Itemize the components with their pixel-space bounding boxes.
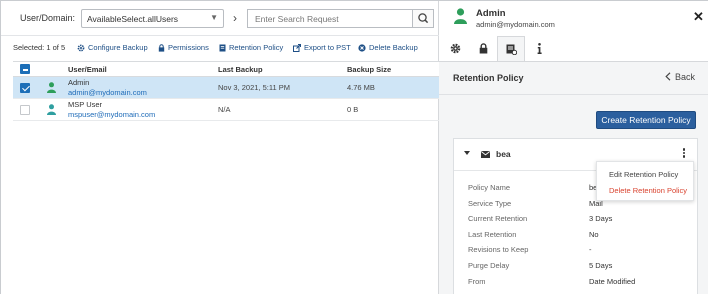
row-icon-cell: [37, 77, 68, 99]
table-row[interactable]: MSP User mspuser@mydomain.com N/A 0 B: [13, 99, 439, 121]
chevron-left-icon: [665, 72, 671, 81]
caret-down-icon: ▼: [210, 13, 218, 22]
row-checkbox[interactable]: [20, 104, 30, 115]
table-row[interactable]: Admin admin@mydomain.com Nov 3, 2021, 5:…: [13, 76, 439, 99]
panel-title: Retention Policy: [453, 73, 524, 83]
row-icon-cell: [37, 99, 68, 121]
last-backup-cell: N/A: [218, 105, 231, 114]
gear-icon: [77, 44, 85, 51]
row-checkbox-cell[interactable]: [13, 77, 37, 99]
panel-user-email: admin@mydomain.com: [476, 20, 555, 29]
export-to-pst-label: Export to PST: [304, 43, 351, 52]
property-key: Service Type: [468, 198, 512, 208]
action-toolbar: Selected: 1 of 5 Configure Backup Permis…: [1, 37, 439, 57]
search-input[interactable]: [247, 9, 412, 28]
envelope-icon: [481, 151, 490, 158]
user-icon: [47, 82, 56, 93]
user-domain-select[interactable]: AvailableSelect.allUsers ▼: [81, 9, 224, 28]
column-header-user-email[interactable]: User/Email: [68, 61, 218, 77]
search-icon: [418, 13, 429, 24]
delete-icon: [358, 43, 366, 52]
panel-tabs: [441, 36, 553, 61]
user-avatar-icon: [454, 8, 467, 24]
retention-policy-label: Retention Policy: [229, 43, 284, 52]
property-key: Current Retention: [468, 214, 528, 224]
retention-policy-button[interactable]: Retention Policy: [219, 42, 283, 53]
user-email[interactable]: admin@mydomain.com: [68, 88, 218, 98]
column-header-last-backup[interactable]: Last Backup: [218, 61, 347, 77]
configure-backup-label: Configure Backup: [88, 43, 148, 52]
select-all-checkbox[interactable]: [13, 61, 37, 77]
tab-info[interactable]: [525, 36, 553, 61]
back-label: Back: [675, 72, 696, 82]
row-checkbox[interactable]: [20, 82, 30, 93]
export-to-pst-button[interactable]: Export to PST: [293, 42, 351, 53]
info-icon: [537, 43, 542, 54]
row-checkbox-cell[interactable]: [13, 99, 37, 121]
policy-icon: [219, 44, 226, 51]
property-value: No: [589, 229, 599, 239]
configure-backup-button[interactable]: Configure Backup: [77, 42, 148, 53]
user-name: Admin: [68, 77, 90, 87]
close-icon[interactable]: ✕: [693, 10, 704, 23]
policy-icon: [506, 44, 517, 55]
user-name: MSP User: [68, 99, 103, 109]
user-domain-label: User/Domain:: [20, 13, 76, 23]
user-email[interactable]: mspuser@mydomain.com: [68, 110, 218, 120]
tab-retention-policy[interactable]: [497, 36, 525, 61]
property-key: From: [468, 276, 486, 286]
property-key: Last Retention: [468, 229, 517, 239]
property-value: -: [589, 245, 592, 255]
tab-permissions[interactable]: [469, 36, 497, 61]
property-key: Revisions to Keep: [468, 245, 529, 255]
user-icon: [47, 104, 56, 115]
user-email-cell: MSP User mspuser@mydomain.com: [68, 99, 218, 121]
user-domain-select-value: AvailableSelect.allUsers: [87, 14, 179, 24]
collapse-caret-icon[interactable]: [464, 151, 470, 155]
back-button[interactable]: Back: [665, 72, 695, 82]
search-button[interactable]: [412, 9, 434, 28]
gear-icon: [450, 43, 460, 54]
column-header-backup-size[interactable]: Backup Size: [347, 61, 439, 77]
selection-count: Selected: 1 of 5: [13, 43, 66, 52]
delete-backup-label: Delete Backup: [369, 43, 418, 52]
last-backup-cell: Nov 3, 2021, 5:11 PM: [218, 83, 290, 92]
create-retention-policy-button[interactable]: Create Retention Policy: [596, 111, 696, 129]
permissions-label: Permissions: [168, 43, 209, 52]
policy-context-menu: Edit Retention Policy Delete Retention P…: [596, 161, 694, 201]
search-bar: User/Domain: AvailableSelect.allUsers ▼ …: [1, 1, 439, 36]
property-value: 3 Days: [589, 214, 613, 224]
delete-backup-button[interactable]: Delete Backup: [358, 42, 418, 53]
panel-subheader: Retention Policy Back: [439, 61, 708, 95]
lock-icon: [479, 43, 487, 54]
edit-retention-policy-menu-item[interactable]: Edit Retention Policy: [609, 170, 678, 179]
user-list-pane: User/Domain: AvailableSelect.allUsers ▼ …: [1, 1, 439, 294]
backup-size-cell: 0 B: [347, 105, 359, 114]
select-all-check-mark: [20, 64, 30, 74]
chevron-right-icon[interactable]: ›: [229, 10, 241, 27]
icon-column-header: [37, 61, 68, 77]
delete-retention-policy-menu-item[interactable]: Delete Retention Policy: [609, 186, 687, 195]
backup-size-cell: 4.76 MB: [347, 83, 375, 92]
more-options-icon[interactable]: [681, 147, 687, 161]
lock-icon: [158, 43, 165, 52]
tab-settings[interactable]: [441, 36, 469, 61]
property-value: Date Modified: [589, 276, 636, 286]
panel-user-name: Admin: [476, 8, 506, 19]
property-value: 5 Days: [589, 260, 613, 270]
app-window: User/Domain: AvailableSelect.allUsers ▼ …: [0, 0, 708, 294]
property-key: Purge Delay: [468, 260, 510, 270]
user-details-panel: Admin admin@mydomain.com ✕ Retention Pol…: [439, 1, 708, 294]
user-email-cell: Admin admin@mydomain.com: [68, 77, 218, 99]
users-table: User/Email Last Backup Backup Size Admin…: [13, 61, 439, 121]
permissions-button[interactable]: Permissions: [158, 42, 209, 53]
table-header-row: User/Email Last Backup Backup Size: [13, 61, 439, 77]
panel-header: Admin admin@mydomain.com ✕: [439, 1, 708, 61]
property-key: Policy Name: [468, 183, 511, 192]
policy-name: bea: [496, 149, 511, 159]
export-icon: [293, 43, 301, 52]
